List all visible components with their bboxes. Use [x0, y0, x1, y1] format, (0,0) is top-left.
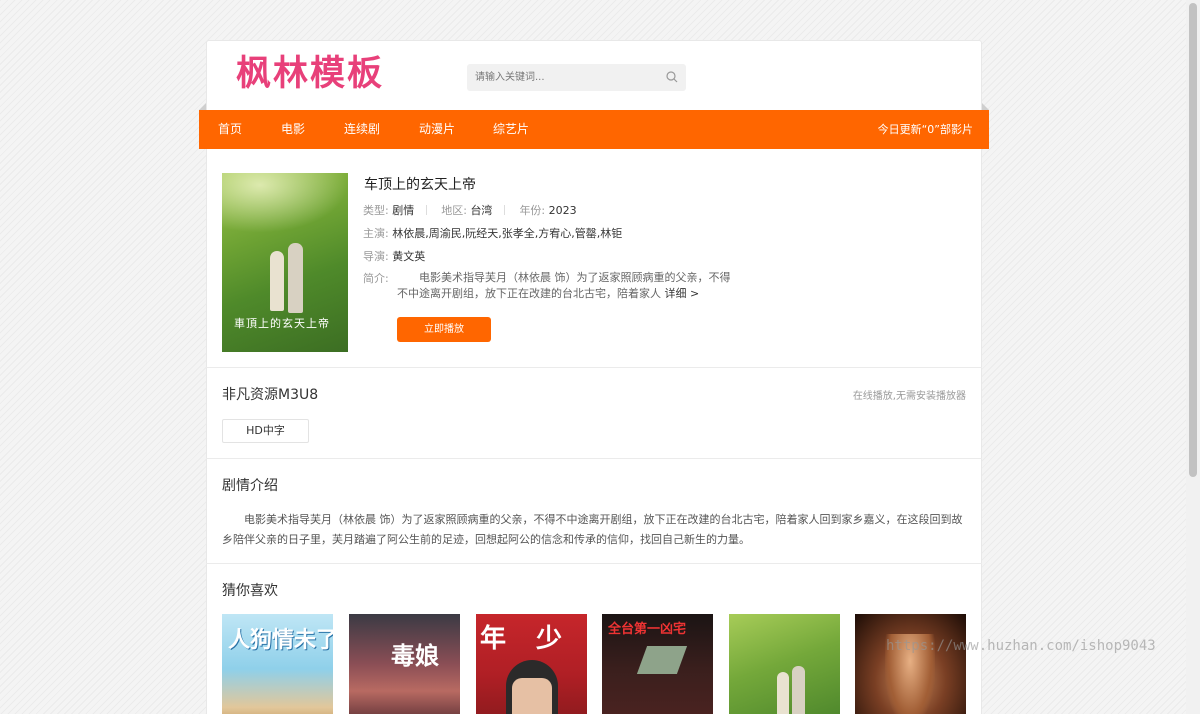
nav-item-home[interactable]: 首页 — [218, 110, 242, 149]
source-title: 非凡资源M3U8 — [222, 387, 319, 403]
movie-title: 车顶上的玄天上帝 — [364, 177, 476, 193]
recommend-caption-3: 年少 — [480, 624, 587, 654]
region-value[interactable]: 台湾 — [470, 204, 492, 217]
year-value[interactable]: 2023 — [549, 204, 577, 217]
movie-poster[interactable]: 車頂上的玄天上帝 — [222, 173, 348, 352]
recommend-poster-6[interactable] — [855, 614, 966, 714]
director-label: 导演: — [363, 250, 389, 263]
nav-fold-left — [199, 103, 206, 110]
poster-caption: 車頂上的玄天上帝 — [234, 317, 330, 330]
recommend-poster-3[interactable]: 年少 — [476, 614, 587, 714]
movie-meta-row: 类型: 剧情 地区: 台湾 年份: 2023 — [363, 202, 577, 218]
nav-item-series[interactable]: 连续剧 — [344, 110, 380, 149]
recommend-poster-4[interactable]: 全台第一凶宅 — [602, 614, 713, 714]
watermark-text: https://www.huzhan.com/ishop9043 — [886, 638, 1156, 654]
recommend-title: 猜你喜欢 — [222, 583, 278, 599]
year-label: 年份: — [519, 204, 546, 217]
director-row: 导演: 黄文英 — [363, 248, 425, 264]
nav-item-anime[interactable]: 动漫片 — [419, 110, 455, 149]
nav-item-movies[interactable]: 电影 — [281, 110, 305, 149]
search-icon[interactable] — [666, 71, 678, 83]
episode-button[interactable]: HD中字 — [222, 419, 309, 443]
play-now-button[interactable]: 立即播放 — [397, 317, 491, 342]
main-nav: 首页 电影 连续剧 动漫片 综艺片 今日更新“0”部影片 — [199, 110, 989, 149]
intro-label: 简介: — [363, 272, 389, 285]
recommend-caption-2: 毒娘 — [391, 641, 439, 670]
today-update-count: 今日更新“0”部影片 — [877, 123, 973, 136]
type-value[interactable]: 剧情 — [392, 204, 414, 217]
recommend-caption-4: 全台第一凶宅 — [608, 622, 687, 637]
region-label: 地区: — [441, 204, 467, 217]
recommend-caption-1: 人狗情未了 — [228, 627, 333, 653]
plot-text: 电影美术指导芙月（林依晨 饰）为了返家照顾病重的父亲，不得不中途离开剧组，放下正… — [222, 513, 963, 546]
cast-row: 主演: 林依晨,周渝民,阮经天,张孝全,方宥心,管罄,林钜 — [363, 225, 622, 241]
search-box — [467, 64, 686, 91]
source-note: 在线播放,无需安装播放器 — [852, 391, 966, 402]
cast-value[interactable]: 林依晨,周渝民,阮经天,张孝全,方宥心,管罄,林钜 — [392, 227, 622, 240]
search-input[interactable] — [467, 64, 657, 91]
page-scrollbar[interactable] — [1186, 0, 1200, 714]
recommend-poster-1[interactable]: 人狗情未了 — [222, 614, 333, 714]
site-header: 枫林模板 — [206, 40, 982, 110]
nav-fold-right — [982, 103, 989, 110]
cast-label: 主演: — [363, 227, 389, 240]
director-value[interactable]: 黄文英 — [392, 250, 425, 263]
divider — [206, 458, 982, 459]
nav-item-variety[interactable]: 综艺片 — [493, 110, 529, 149]
recommend-poster-5[interactable] — [729, 614, 840, 714]
more-link[interactable]: 详细 > — [665, 287, 700, 300]
type-label: 类型: — [363, 204, 389, 217]
intro-text: 电影美术指导芙月（林依晨 饰）为了返家照顾病重的父亲，不得不中途离开剧组，放下正… — [397, 270, 737, 302]
divider — [206, 367, 982, 368]
recommend-poster-2[interactable]: 毒娘 — [349, 614, 460, 714]
divider — [206, 563, 982, 564]
site-logo[interactable]: 枫林模板 — [236, 50, 384, 98]
plot-title: 剧情介绍 — [222, 478, 278, 494]
scrollbar-thumb[interactable] — [1189, 3, 1197, 477]
